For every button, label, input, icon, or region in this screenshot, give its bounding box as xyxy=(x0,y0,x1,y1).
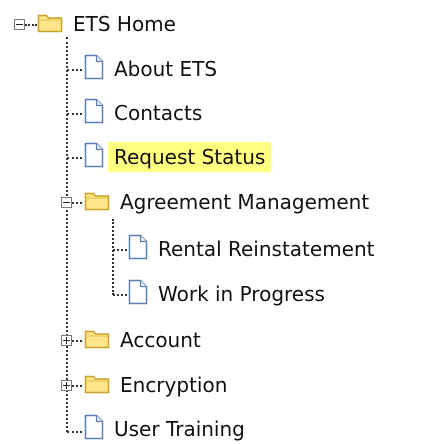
collapse-root-toggle[interactable] xyxy=(14,19,25,30)
folder-icon xyxy=(84,189,110,215)
tree-line xyxy=(112,219,114,295)
tree-node-label: Agreement Management xyxy=(120,190,370,214)
tree-node-account[interactable]: Account xyxy=(84,325,207,355)
collapse-agreement-management-toggle[interactable] xyxy=(61,197,72,208)
tree-node-label: Encryption xyxy=(120,373,228,397)
tree-line xyxy=(72,340,82,342)
page-icon xyxy=(84,414,104,444)
expand-account-toggle[interactable] xyxy=(61,335,72,346)
tree-line xyxy=(25,24,37,26)
tree-node-about-ets[interactable]: About ETS xyxy=(84,54,223,84)
tree-node-label: Rental Reinstatement xyxy=(158,237,375,261)
tree-node-request-status[interactable]: Request Status xyxy=(84,142,272,172)
tree-node-label: ETS Home xyxy=(73,12,176,36)
page-icon xyxy=(84,98,104,128)
tree-line xyxy=(113,249,127,251)
page-icon xyxy=(84,54,104,84)
tree-node-label: About ETS xyxy=(114,57,218,81)
tree-line xyxy=(72,385,82,387)
tree-node-label: Work in Progress xyxy=(158,282,325,306)
tree-line xyxy=(113,294,127,296)
tree-node-contacts[interactable]: Contacts xyxy=(84,98,208,128)
tree-line xyxy=(67,431,82,433)
tree-line xyxy=(67,69,82,71)
tree-node-work-in-progress[interactable]: Work in Progress xyxy=(128,279,331,309)
tree-node-label: Account xyxy=(120,328,201,352)
tree-node-user-training[interactable]: User Training xyxy=(84,414,251,444)
tree-node-rental-reinstatement[interactable]: Rental Reinstatement xyxy=(128,234,381,264)
tree-node-label: User Training xyxy=(114,417,245,441)
expand-encryption-toggle[interactable] xyxy=(61,380,72,391)
tree-node-label: Contacts xyxy=(114,101,203,125)
tree-node-ets-home[interactable]: ETS Home xyxy=(37,9,182,39)
page-icon xyxy=(128,234,148,264)
tree-line xyxy=(72,202,82,204)
tree-line xyxy=(67,113,82,115)
folder-icon xyxy=(84,372,110,398)
folder-icon xyxy=(84,327,110,353)
tree-line xyxy=(67,157,82,159)
page-icon xyxy=(128,279,148,309)
tree-node-agreement-management[interactable]: Agreement Management xyxy=(84,187,375,217)
tree-node-encryption[interactable]: Encryption xyxy=(84,370,233,400)
page-icon xyxy=(84,142,104,172)
tree-view: ETS Home About ETS Contacts Request Stat… xyxy=(0,0,438,441)
tree-line xyxy=(66,37,68,432)
folder-icon xyxy=(37,11,63,37)
tree-node-label: Request Status xyxy=(108,142,272,172)
